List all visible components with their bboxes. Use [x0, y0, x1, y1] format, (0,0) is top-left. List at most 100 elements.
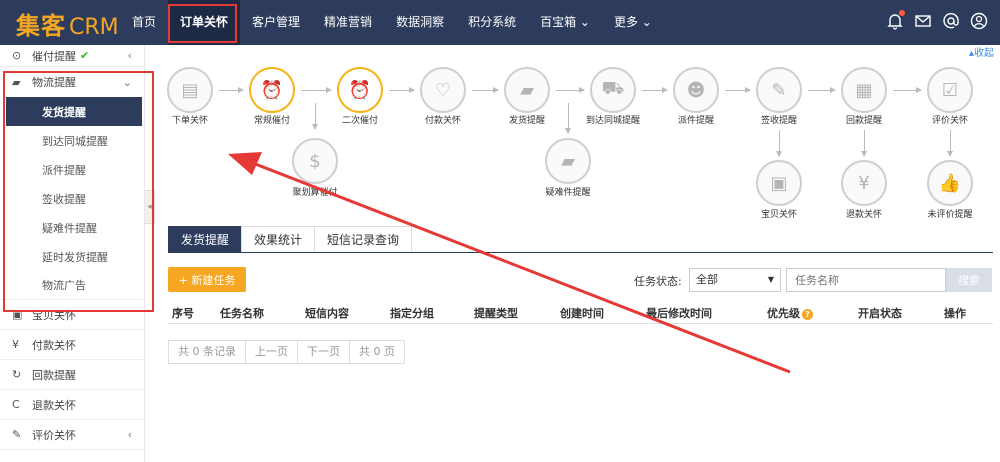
bell-icon[interactable] [886, 10, 905, 30]
sidebar-item-payment-care[interactable]: ¥ 付款关怀 [0, 330, 144, 360]
node-label: 派件提醒 [677, 116, 714, 126]
sidebar-item-gift-care[interactable]: ▣ 宝贝关怀 [0, 300, 144, 330]
sidebar-subitem-sign[interactable]: 签收提醒 [0, 184, 144, 213]
top-bar: 集客 CRM 首页 订单关怀 客户管理 精准营销 数据洞察 积分系统 百宝箱 ⌄… [0, 0, 1000, 45]
flow-arrow [219, 87, 244, 93]
return-node[interactable]: ▦ [841, 67, 887, 113]
delivery-truck-icon: ⛟ [601, 78, 625, 99]
sidebar-item-review-care[interactable]: ✎ 评价关怀 ‹ [0, 420, 144, 450]
next-page-button[interactable]: 下一页 [297, 340, 350, 364]
node-label: 付款关怀 [424, 116, 461, 126]
sidebar-item-refund-care[interactable]: C 退款关怀 [0, 390, 144, 420]
new-task-button[interactable]: + 新建任务 [168, 267, 246, 292]
refund-care-node[interactable]: ¥ [841, 160, 887, 206]
flow-arrow [556, 87, 585, 93]
truck-icon: ▰ [520, 79, 534, 101]
chevron-left-icon: ‹ [127, 49, 132, 62]
node-label: 聚划算催付 [292, 188, 338, 198]
order-care-node[interactable]: ▤ [167, 67, 213, 113]
mail-icon[interactable] [914, 12, 932, 30]
logo[interactable]: 集客 CRM [16, 6, 119, 40]
status-select[interactable]: 全部 ▼ [689, 268, 781, 292]
notification-dot [899, 10, 905, 16]
sidebar-subitem-ad[interactable]: 物流广告 [0, 271, 144, 300]
check-icon: ✔ [80, 49, 90, 62]
nav-home[interactable]: 首页 [120, 0, 168, 45]
nav-order-care[interactable]: 订单关怀 [168, 0, 241, 45]
nav-marketing[interactable]: 精准营销 [312, 0, 384, 45]
nav-insight[interactable]: 数据洞察 [384, 0, 456, 45]
heart-icon: ♡ [434, 79, 452, 101]
flow-arrow [301, 87, 332, 93]
refresh-icon: ↻ [12, 368, 22, 381]
alarm-ring-icon: ⏰ [348, 79, 372, 101]
edit-icon: ✎ [771, 79, 787, 101]
sidebar-item-logistics[interactable]: ▰ 物流提醒 ⌄ [0, 67, 144, 97]
arrive-city-node[interactable]: ⛟ [590, 67, 636, 113]
logo-text-en: CRM [69, 15, 119, 40]
sidebar-subitem-delay[interactable]: 延时发货提醒 [0, 242, 144, 271]
sidebar-item-payment-reminder[interactable]: ⊙ 催付提醒 ✔ ‹ [0, 45, 144, 67]
node-label: 未评价提醒 [927, 210, 973, 220]
search-button[interactable]: 搜索 [946, 268, 992, 292]
sidebar-subitem-dispatch[interactable]: 派件提醒 [0, 155, 144, 184]
tab-ship-reminder[interactable]: 发货提醒 [168, 226, 243, 252]
task-name-input[interactable] [786, 268, 946, 292]
node-label: 签收提醒 [760, 116, 797, 126]
nav-toolbox[interactable]: 百宝箱 ⌄ [528, 0, 602, 45]
thumbs-up-icon: 👍 [938, 172, 962, 194]
sidebar-collapse-handle[interactable]: ◂ [145, 190, 155, 224]
caret-down-icon: ▼ [767, 275, 774, 284]
regular-urge-node[interactable]: ⏰ [249, 67, 295, 113]
chevron-left-icon: ‹ [127, 428, 132, 441]
content-tabs: 发货提醒 效果统计 短信记录查询 [168, 226, 413, 252]
column-header: 最后修改时间 [646, 307, 712, 320]
gift-care-node[interactable]: ▣ [756, 160, 802, 206]
gift-icon: ▣ [12, 308, 23, 321]
nav-points[interactable]: 积分系统 [456, 0, 528, 45]
main-nav: 首页 订单关怀 客户管理 精准营销 数据洞察 积分系统 百宝箱 ⌄ 更多 ⌄ [120, 0, 664, 45]
sign-node[interactable]: ✎ [756, 67, 802, 113]
flow-arrow [565, 103, 571, 134]
column-header: 提醒类型 [474, 307, 518, 320]
yen-refresh-icon: ¥ [858, 172, 870, 194]
sidebar-item-label: 回款提醒 [32, 368, 76, 382]
sidebar: ⊙ 催付提醒 ✔ ‹ ▰ 物流提醒 ⌄ 发货提醒 到达同城提醒 派件提醒 签收提… [0, 45, 145, 462]
clipboard-icon: ▤ [181, 79, 199, 101]
unreviewed-node[interactable]: 👍 [927, 160, 973, 206]
node-label: 到达同城提醒 [585, 116, 640, 126]
gift-icon: ▣ [770, 172, 788, 194]
flow-arrow [642, 87, 668, 93]
logo-text-cn: 集客 [16, 12, 66, 40]
record-count: 共 0 条记录 [168, 340, 246, 364]
column-header-priority: 优先级? [767, 305, 813, 321]
flow-arrow [472, 87, 499, 93]
dispatch-node[interactable]: ☻ [673, 67, 719, 113]
juhuasuan-urge-node[interactable]: $ [292, 138, 338, 184]
sidebar-item-label: 退款关怀 [32, 398, 76, 412]
problem-parcel-node[interactable]: ▰ [545, 138, 591, 184]
rotate-icon: C [12, 398, 20, 411]
sidebar-subitem-ship[interactable]: 发货提醒 [6, 97, 142, 126]
sidebar-subitem-arrive[interactable]: 到达同城提醒 [0, 126, 144, 155]
tab-effect-stats[interactable]: 效果统计 [241, 226, 316, 252]
pencil-icon: ✎ [12, 428, 22, 441]
nav-more[interactable]: 更多 ⌄ [602, 0, 664, 45]
calendar-check-icon: ☑ [941, 79, 959, 101]
user-icon[interactable] [970, 12, 988, 30]
help-icon[interactable]: ? [802, 308, 813, 320]
flow-arrow [725, 87, 751, 93]
nav-customer[interactable]: 客户管理 [240, 0, 312, 45]
calendar-icon: ▦ [855, 79, 873, 101]
sidebar-subitem-problem[interactable]: 疑难件提醒 [0, 213, 144, 242]
tab-sms-records[interactable]: 短信记录查询 [314, 226, 413, 252]
column-header: 序号 [172, 307, 194, 320]
review-care-node[interactable]: ☑ [927, 67, 973, 113]
payment-care-node[interactable]: ♡ [420, 67, 466, 113]
chevron-down-icon: ⌄ [122, 75, 132, 89]
ship-reminder-node[interactable]: ▰ [504, 67, 550, 113]
prev-page-button[interactable]: 上一页 [245, 340, 298, 364]
sidebar-item-return-reminder[interactable]: ↻ 回款提醒 [0, 360, 144, 390]
at-icon[interactable] [942, 12, 960, 30]
second-urge-node[interactable]: ⏰ [337, 67, 383, 113]
